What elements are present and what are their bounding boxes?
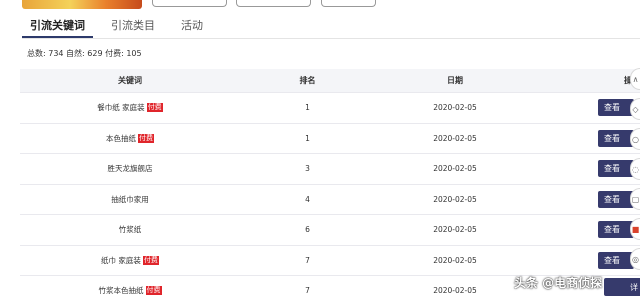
paid-tag: 付费 — [142, 255, 159, 265]
watermark: 头条 @电商侦探 — [514, 276, 603, 290]
rank-cell: 1 — [305, 103, 310, 113]
rank-cell: 7 — [305, 286, 310, 296]
top-strip — [0, 0, 640, 9]
date-cell: 2020-02-05 — [433, 133, 477, 143]
rank-cell: 7 — [305, 255, 310, 265]
header-action: 操作 — [535, 69, 640, 92]
view-button[interactable]: 查看 — [598, 129, 634, 147]
detail-button[interactable]: 详 — [604, 278, 640, 296]
top-button-1[interactable] — [152, 0, 227, 7]
date-cell: 2020-02-05 — [433, 255, 477, 265]
table-row: 餐巾纸 家庭装 付费 1 2020-02-05 查看 — [20, 93, 640, 124]
rank-cell: 1 — [305, 133, 310, 143]
table-header-row: 关键词 排名 日期 操作 — [20, 69, 640, 93]
view-button[interactable]: 查看 — [598, 99, 634, 117]
date-cell: 2020-02-05 — [433, 164, 477, 174]
keyword-text: 纸巾 家庭装 — [101, 255, 141, 265]
tab-traffic-categories[interactable]: 引流类目 — [103, 14, 163, 38]
keyword-text: 竹浆纸 — [118, 225, 142, 235]
rank-cell: 3 — [305, 164, 310, 174]
header-rank: 排名 — [299, 76, 316, 85]
top-button-3[interactable] — [321, 0, 376, 7]
paid-tag: 付费 — [145, 286, 162, 296]
keyword-table: 关键词 排名 日期 操作 餐巾纸 家庭装付费 1 2020-02-05 查看 本… — [20, 69, 640, 301]
tab-traffic-keywords[interactable]: 引流关键词 — [22, 14, 93, 38]
keyword-text: 抽纸巾家用 — [111, 194, 149, 204]
tab-divider — [22, 38, 640, 39]
table-row: 抽纸巾家用 4 2020-02-05 查看 — [20, 185, 640, 215]
keyword-stats: 总数: 734 自然: 629 付费: 105 — [27, 49, 142, 58]
header-date: 日期 — [447, 76, 463, 85]
rank-cell: 4 — [305, 194, 310, 204]
date-cell: 2020-02-05 — [433, 103, 477, 113]
promo-banner-image[interactable] — [22, 0, 142, 9]
view-button[interactable]: 查看 — [598, 221, 634, 239]
table-row: 纸巾 家庭装 付费 7 2020-02-05 查看 — [20, 246, 640, 276]
rank-cell: 6 — [305, 225, 310, 235]
keyword-text: 本色抽纸 — [106, 133, 136, 143]
view-button[interactable]: 查看 — [598, 190, 634, 208]
date-cell: 2020-02-05 — [433, 225, 477, 235]
view-button[interactable]: 查看 — [598, 160, 634, 178]
table-row: 本色抽纸 付费 1 2020-02-05 查看 — [20, 124, 640, 154]
date-cell: 2020-02-05 — [433, 286, 477, 296]
view-button[interactable]: 查看 — [598, 251, 634, 269]
keyword-text: 餐巾纸 家庭装 — [97, 103, 145, 113]
top-button-2[interactable] — [236, 0, 311, 7]
tab-bar: 引流关键词 引流类目 活动 — [22, 14, 221, 38]
keyword-text: 胜天龙旗舰店 — [107, 164, 153, 174]
date-cell: 2020-02-05 — [433, 194, 477, 204]
table-row: 胜天龙旗舰店 3 2020-02-05 查看 — [20, 154, 640, 185]
paid-tag: 付费 — [146, 103, 163, 113]
keyword-text: 竹浆本色抽纸 — [98, 286, 144, 296]
header-keyword: 关键词 — [118, 76, 142, 85]
paid-tag: 付费 — [138, 133, 154, 143]
table-row: 竹浆纸 6 2020-02-05 查看 — [20, 215, 640, 246]
tab-activities[interactable]: 活动 — [173, 14, 211, 38]
